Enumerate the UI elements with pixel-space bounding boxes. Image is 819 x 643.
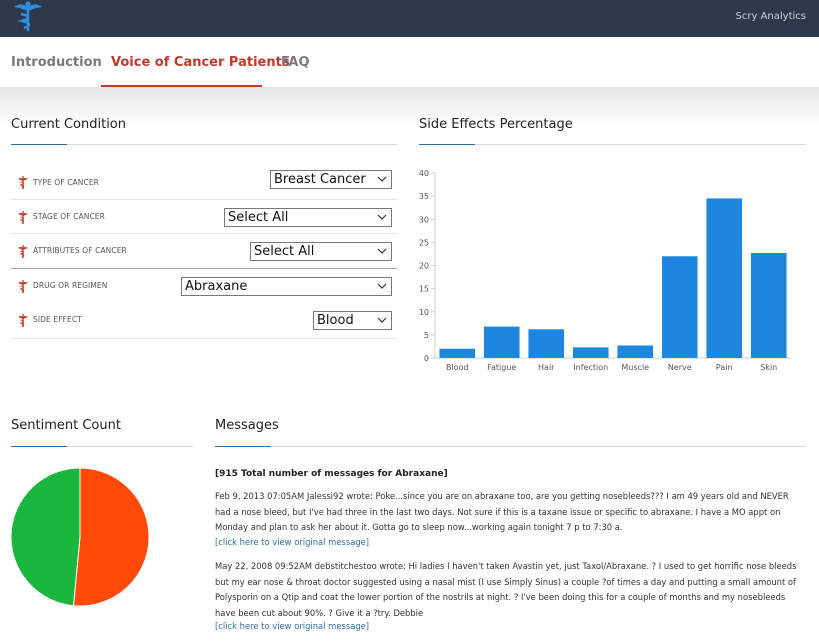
caduceus-icon xyxy=(18,314,28,327)
chevron-down-icon xyxy=(377,283,387,289)
current-condition-title: Current Condition xyxy=(11,117,126,132)
y-tick-label: 15 xyxy=(419,285,429,294)
x-tick-label: Skin xyxy=(760,363,777,372)
view-original-message-link[interactable]: [click here to view original message] xyxy=(215,537,369,547)
bar-pain[interactable] xyxy=(706,198,743,358)
attributes-of-cancer-value: Select All xyxy=(254,244,315,259)
tab-introduction[interactable]: Introduction xyxy=(11,55,102,70)
bar-skin[interactable] xyxy=(750,253,787,358)
attributes-of-cancer-select[interactable]: Select All xyxy=(250,242,392,261)
y-tick-label: 40 xyxy=(419,169,429,178)
bar-blood[interactable] xyxy=(439,348,476,358)
caduceus-icon xyxy=(18,211,28,224)
type-of-cancer-select[interactable]: Breast Cancer xyxy=(270,170,392,189)
side-effect-select[interactable]: Blood xyxy=(313,311,392,330)
x-tick-label: Infection xyxy=(573,363,608,372)
message-text: Feb 9, 2013 07:05AM Jalessi92 wrote: Pok… xyxy=(215,491,789,532)
messages-title: Messages xyxy=(215,418,279,433)
drug-or-regimen-select[interactable]: Abraxane xyxy=(181,277,392,296)
caduceus-icon xyxy=(18,280,28,293)
title-rule xyxy=(67,144,397,145)
message-text: May 22, 2008 09:52AM debstitchestoo wrot… xyxy=(215,561,797,618)
bar-infection[interactable] xyxy=(572,347,609,358)
condition-row-type: TYPE OF CANCER Breast Cancer xyxy=(11,165,397,199)
messages-summary: [915 Total number of messages for Abraxa… xyxy=(215,469,448,479)
type-of-cancer-value: Breast Cancer xyxy=(274,172,366,187)
brand-name[interactable]: Scry Analytics xyxy=(736,11,806,22)
condition-row-attributes: ATTRIBUTES OF CANCER Select All xyxy=(11,233,397,267)
y-tick-label: 25 xyxy=(419,238,429,247)
caduceus-logo[interactable] xyxy=(8,0,48,32)
pie-slice[interactable] xyxy=(10,467,81,607)
condition-row-side-effect: SIDE EFFECT Blood xyxy=(11,303,397,339)
drug-or-regimen-label: DRUG OR REGIMEN xyxy=(33,281,108,290)
top-bar: Scry Analytics xyxy=(0,0,819,37)
side-effect-value: Blood xyxy=(317,313,354,328)
y-tick-label: 10 xyxy=(419,308,429,317)
y-tick-label: 30 xyxy=(419,215,429,224)
y-tick-label: 5 xyxy=(424,331,429,340)
x-tick-label: Hair xyxy=(538,363,555,372)
sentiment-count-title: Sentiment Count xyxy=(11,418,121,433)
tab-faq[interactable]: FAQ xyxy=(281,55,310,70)
bar-muscle[interactable] xyxy=(617,345,654,358)
chevron-down-icon xyxy=(377,248,387,254)
chevron-down-icon xyxy=(377,176,387,182)
x-tick-label: Pain xyxy=(716,363,733,372)
pie-slice[interactable] xyxy=(72,467,150,607)
tab-bar: Introduction Voice of Cancer Patients FA… xyxy=(0,37,819,87)
caduceus-icon xyxy=(18,245,28,258)
side-effects-title: Side Effects Percentage xyxy=(419,117,573,132)
y-tick-label: 0 xyxy=(424,354,429,363)
attributes-of-cancer-label: ATTRIBUTES OF CANCER xyxy=(33,246,127,255)
title-accent xyxy=(11,446,67,447)
side-effects-bar-chart: 0 5 10 15 20 25 30 35 40 Blood Fatigue Hair Infectio… xyxy=(419,169,791,372)
chevron-down-icon xyxy=(377,317,387,323)
view-original-message-link[interactable]: [click here to view original message] xyxy=(215,621,369,631)
condition-row-stage: STAGE OF CANCER Select All xyxy=(11,199,397,233)
x-tick-label: Fatigue xyxy=(487,363,516,372)
title-accent xyxy=(11,144,67,145)
condition-row-drug: DRUG OR REGIMEN Abraxane xyxy=(11,268,397,302)
title-accent xyxy=(215,446,271,447)
drug-or-regimen-value: Abraxane xyxy=(185,279,248,294)
stage-of-cancer-select[interactable]: Select All xyxy=(224,208,392,227)
x-tick-label: Nerve xyxy=(668,363,692,372)
title-accent xyxy=(419,144,475,145)
bar-nerve[interactable] xyxy=(661,256,698,358)
bar-fatigue[interactable] xyxy=(483,326,520,358)
stage-of-cancer-label: STAGE OF CANCER xyxy=(33,212,105,221)
y-tick-label: 35 xyxy=(419,192,429,201)
stage-of-cancer-value: Select All xyxy=(228,210,289,225)
x-tick-label: Muscle xyxy=(621,363,649,372)
chevron-down-icon xyxy=(377,214,387,220)
sentiment-pie-chart xyxy=(10,467,150,607)
y-tick-label: 20 xyxy=(419,262,429,271)
x-tick-label: Blood xyxy=(446,363,469,372)
caduceus-icon xyxy=(18,176,28,189)
title-rule xyxy=(67,446,193,447)
bar-hair[interactable] xyxy=(528,329,565,358)
title-rule xyxy=(271,446,806,447)
type-of-cancer-label: TYPE OF CANCER xyxy=(33,178,99,187)
tab-voice-of-cancer-patients[interactable]: Voice of Cancer Patients xyxy=(111,55,290,70)
side-effect-label: SIDE EFFECT xyxy=(33,315,82,324)
title-rule xyxy=(475,144,806,145)
